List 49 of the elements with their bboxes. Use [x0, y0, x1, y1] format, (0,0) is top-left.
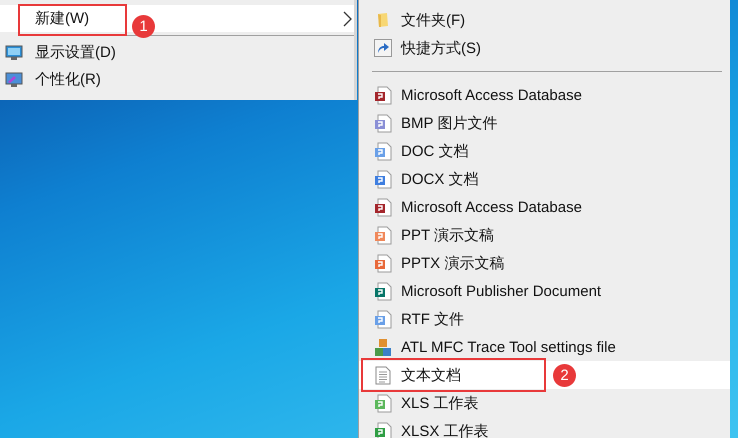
- menu-item-label: 新建(W): [35, 9, 90, 28]
- menu-item-label: 个性化(R): [35, 70, 101, 89]
- menu-item-label: PPTX 演示文稿: [401, 254, 504, 272]
- menu-item-label: XLS 工作表: [401, 394, 479, 412]
- document-file-icon: [374, 170, 392, 188]
- menu-item-label: RTF 文件: [401, 310, 464, 328]
- menu-item[interactable]: 显示设置(D): [0, 39, 354, 66]
- menu-item[interactable]: DOC 文档: [359, 137, 730, 165]
- image-file-icon: [374, 114, 392, 132]
- menu-item[interactable]: PPT 演示文稿: [359, 221, 730, 249]
- menu-item-label: 快捷方式(S): [401, 38, 481, 58]
- menu-item-label: DOC 文档: [401, 142, 468, 160]
- menu-item[interactable]: XLSX 工作表: [359, 417, 730, 438]
- monitor-icon: [5, 72, 23, 88]
- menu-item-label: 文件夹(F): [401, 10, 466, 30]
- menu-item[interactable]: RTF 文件: [359, 305, 730, 333]
- menu-item[interactable]: 文件夹(F): [359, 6, 730, 34]
- document-file-icon: [374, 310, 392, 328]
- menu-item-label: 显示设置(D): [35, 43, 116, 62]
- menu-item-label: 文本文档: [401, 366, 461, 384]
- menu-item-label: Microsoft Access Database: [401, 86, 582, 104]
- menu-item[interactable]: Microsoft Publisher Document: [359, 277, 730, 305]
- menu-item-label: ATL MFC Trace Tool settings file: [401, 338, 616, 356]
- text-file-icon: [375, 366, 391, 384]
- menu-item[interactable]: DOCX 文档: [359, 165, 730, 193]
- database-file-icon: [374, 198, 392, 216]
- menu-item[interactable]: Microsoft Access Database: [359, 81, 730, 109]
- menu-item[interactable]: Microsoft Access Database: [359, 193, 730, 221]
- menu-item-label: DOCX 文档: [401, 170, 479, 188]
- menu-item[interactable]: 快捷方式(S): [359, 34, 730, 62]
- folder-icon: [377, 12, 389, 28]
- menu-item[interactable]: PPTX 演示文稿: [359, 249, 730, 277]
- document-file-icon: [374, 142, 392, 160]
- monitor-icon: [5, 44, 23, 60]
- menu-item[interactable]: BMP 图片文件: [359, 109, 730, 137]
- menu-item-label: Microsoft Access Database: [401, 198, 582, 216]
- menu-item[interactable]: XLS 工作表: [359, 389, 730, 417]
- menu-item-label: BMP 图片文件: [401, 114, 498, 132]
- database-file-icon: [374, 86, 392, 104]
- menu-item-label: XLSX 工作表: [401, 422, 489, 438]
- menu-item[interactable]: 个性化(R): [0, 66, 354, 93]
- presentation-file-icon: [374, 254, 392, 272]
- presentation-file-icon: [374, 226, 392, 244]
- menu-item[interactable]: ATL MFC Trace Tool settings file: [359, 333, 730, 361]
- menu-item-label: PPT 演示文稿: [401, 226, 494, 244]
- blocks-icon: [374, 338, 392, 356]
- menu-item-label: Microsoft Publisher Document: [401, 282, 602, 300]
- spreadsheet-file-icon: [374, 394, 392, 412]
- publisher-file-icon: [374, 282, 392, 300]
